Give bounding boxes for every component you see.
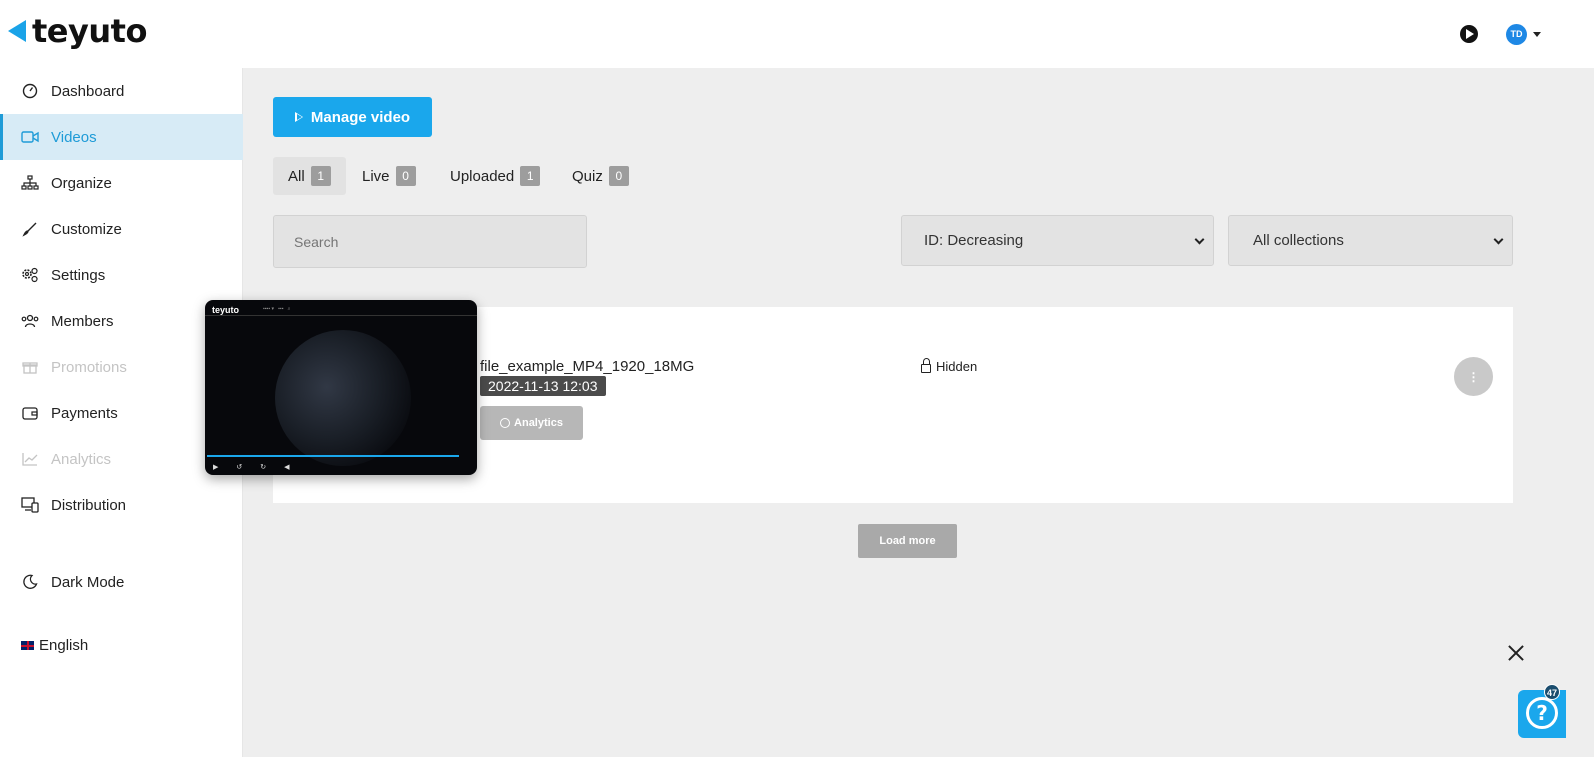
gauge-icon bbox=[21, 82, 39, 100]
sidebar-item-label: Settings bbox=[51, 266, 106, 284]
thumbnail-globe-image bbox=[275, 330, 411, 466]
tab-label: All bbox=[288, 167, 305, 185]
sort-select-value: ID: Decreasing bbox=[924, 232, 1024, 249]
thumbnail-menu: ▪▪▪▪ ▾ ▪▪▪ ⌕ bbox=[263, 306, 291, 312]
sidebar-item-label: Organize bbox=[51, 174, 112, 192]
avatar[interactable]: TD bbox=[1506, 24, 1527, 45]
uk-flag-icon bbox=[21, 641, 34, 650]
sidebar-item-distribution[interactable]: Distribution bbox=[0, 482, 243, 528]
analytics-label: Analytics bbox=[514, 417, 563, 429]
chevron-down-icon bbox=[1493, 234, 1504, 245]
tab-quiz[interactable]: Quiz 0 bbox=[557, 157, 644, 195]
dark-mode-label: Dark Mode bbox=[51, 573, 125, 591]
devices-icon bbox=[21, 496, 39, 514]
help-badge: 47 bbox=[1544, 684, 1560, 700]
sidebar-item-customize[interactable]: Customize bbox=[0, 206, 243, 252]
load-more-button[interactable]: Load more bbox=[858, 524, 957, 558]
logo[interactable]: teyuto bbox=[8, 12, 147, 50]
tab-label: Live bbox=[362, 167, 390, 185]
play-icon: ▶ bbox=[213, 464, 219, 471]
visibility-label: Hidden bbox=[936, 359, 978, 374]
close-icon[interactable] bbox=[1506, 643, 1526, 663]
video-title[interactable]: file_example_MP4_1920_18MG bbox=[480, 358, 694, 375]
search-input[interactable] bbox=[273, 215, 587, 268]
sidebar-item-label: Customize bbox=[51, 220, 122, 238]
sidebar-item-label: Payments bbox=[51, 404, 118, 422]
tab-live[interactable]: Live 0 bbox=[347, 157, 431, 195]
thumbnail-logo: teyuto bbox=[212, 305, 239, 315]
rewind-icon: ↺ bbox=[236, 464, 243, 471]
hierarchy-icon bbox=[21, 174, 39, 192]
language-selector[interactable]: English bbox=[21, 637, 88, 654]
help-button[interactable]: ? 47 bbox=[1518, 684, 1566, 738]
collection-select-value: All collections bbox=[1253, 232, 1344, 249]
video-date-tooltip: 2022-11-13 12:03 bbox=[480, 376, 606, 396]
language-label: English bbox=[39, 637, 89, 654]
tab-label: Quiz bbox=[572, 167, 603, 185]
top-bar: teyuto TD bbox=[0, 0, 1594, 68]
sidebar-item-videos[interactable]: Videos bbox=[0, 114, 243, 160]
manage-video-button[interactable]: Manage video bbox=[273, 97, 432, 137]
video-thumbnail[interactable]: teyuto ▪▪▪▪ ▾ ▪▪▪ ⌕ ▶ ↺ ↻ ◀ bbox=[205, 300, 477, 475]
question-icon: ? bbox=[1526, 697, 1558, 729]
sort-select[interactable]: ID: Decreasing bbox=[901, 215, 1214, 266]
brush-icon bbox=[21, 220, 39, 238]
logo-text: teyuto bbox=[32, 12, 147, 50]
sidebar-item-dashboard[interactable]: Dashboard bbox=[0, 68, 243, 114]
gears-icon bbox=[21, 266, 39, 284]
tab-all[interactable]: All 1 bbox=[273, 157, 346, 195]
collection-select[interactable]: All collections bbox=[1228, 215, 1513, 266]
dark-mode-toggle[interactable]: Dark Mode bbox=[0, 559, 243, 605]
analytics-button[interactable]: Analytics bbox=[480, 406, 583, 440]
video-camera-icon bbox=[21, 128, 39, 146]
sidebar-item-label: Videos bbox=[51, 128, 97, 146]
manage-video-label: Manage video bbox=[310, 108, 411, 126]
users-icon bbox=[21, 312, 39, 330]
tab-count-badge: 1 bbox=[310, 166, 331, 186]
sidebar-item-label: Distribution bbox=[51, 496, 127, 514]
thumbnail-progress-bar bbox=[207, 455, 459, 457]
forward-icon: ↻ bbox=[260, 464, 267, 471]
gift-icon bbox=[21, 358, 39, 376]
thumbnail-controls: ▶ ↺ ↻ ◀ bbox=[205, 459, 477, 475]
volume-icon: ◀ bbox=[284, 464, 290, 471]
sidebar-item-label: Members bbox=[51, 312, 114, 330]
sidebar-item-label: Analytics bbox=[51, 450, 112, 468]
visibility-status: Hidden bbox=[921, 358, 978, 374]
sidebar-item-label: Promotions bbox=[51, 358, 127, 376]
chevron-down-icon bbox=[1194, 234, 1205, 245]
sidebar-item-label: Dashboard bbox=[51, 82, 125, 100]
wallet-icon bbox=[21, 404, 39, 422]
play-icon[interactable] bbox=[1460, 25, 1478, 43]
thumbnail-divider bbox=[205, 315, 477, 316]
lock-icon bbox=[921, 358, 931, 373]
chart-line-icon bbox=[21, 450, 39, 468]
analytics-icon bbox=[500, 418, 511, 428]
tab-count-badge: 1 bbox=[520, 166, 541, 186]
sidebar-item-organize[interactable]: Organize bbox=[0, 160, 243, 206]
tab-count-badge: 0 bbox=[608, 166, 629, 186]
more-options-button[interactable]: ⋮ bbox=[1454, 357, 1493, 396]
chevron-down-icon[interactable] bbox=[1533, 32, 1541, 37]
play-outline-icon bbox=[294, 112, 303, 122]
tab-count-badge: 0 bbox=[395, 166, 416, 186]
tab-uploaded[interactable]: Uploaded 1 bbox=[435, 157, 555, 195]
sidebar-item-settings[interactable]: Settings bbox=[0, 252, 243, 298]
logo-chevron-icon bbox=[8, 20, 26, 42]
tab-label: Uploaded bbox=[450, 167, 515, 185]
moon-icon bbox=[21, 573, 39, 591]
